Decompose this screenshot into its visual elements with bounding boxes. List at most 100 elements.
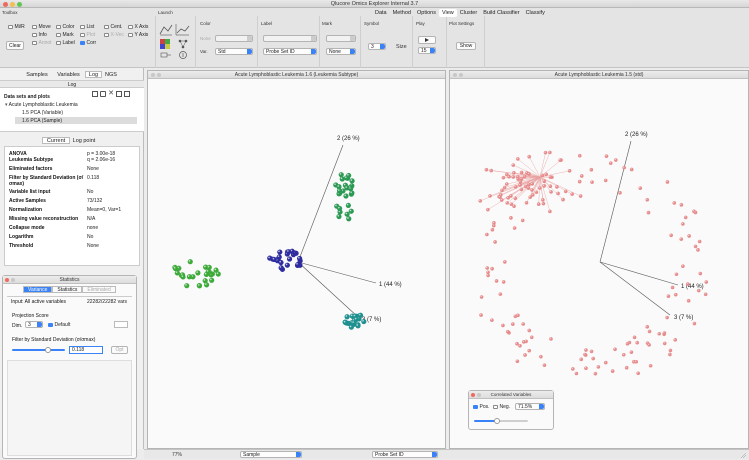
pos-checkbox[interactable]: Pos. <box>473 404 490 410</box>
data-point[interactable] <box>502 176 506 180</box>
label-primary-select[interactable] <box>263 35 317 42</box>
data-point[interactable] <box>486 208 490 212</box>
data-point[interactable] <box>568 169 572 173</box>
plot2-close-button[interactable] <box>453 73 457 77</box>
data-point[interactable] <box>635 341 639 345</box>
data-point[interactable] <box>630 168 634 172</box>
data-point[interactable] <box>671 286 675 290</box>
data-point[interactable] <box>530 336 534 340</box>
data-point[interactable] <box>663 331 667 335</box>
data-point[interactable] <box>514 185 518 189</box>
data-point[interactable] <box>502 280 506 284</box>
data-point[interactable] <box>346 216 351 221</box>
data-point[interactable] <box>278 260 283 265</box>
data-point[interactable] <box>480 295 484 299</box>
data-point[interactable] <box>489 169 493 173</box>
data-point[interactable] <box>613 347 617 351</box>
data-point[interactable] <box>594 372 598 376</box>
data-point[interactable] <box>184 283 189 288</box>
data-point[interactable] <box>295 262 300 267</box>
color-none-select[interactable] <box>215 35 253 42</box>
data-point[interactable] <box>343 320 348 325</box>
data-point[interactable] <box>614 158 618 162</box>
dim-stepper[interactable]: 3 <box>25 321 43 328</box>
toolbox-checkbox-label[interactable]: Label <box>56 40 75 46</box>
mark-select[interactable]: None <box>326 48 356 55</box>
data-point[interactable] <box>669 349 673 353</box>
data-point[interactable] <box>584 348 588 352</box>
data-point[interactable] <box>544 173 548 177</box>
data-point[interactable] <box>511 163 515 167</box>
data-point[interactable] <box>513 226 517 230</box>
data-point[interactable] <box>538 186 542 190</box>
data-point[interactable] <box>520 171 524 175</box>
data-point[interactable] <box>667 294 671 298</box>
data-point[interactable] <box>297 256 302 261</box>
left-tab-variables[interactable]: Variables <box>53 71 84 78</box>
data-point[interactable] <box>699 272 703 276</box>
data-point[interactable] <box>681 264 685 268</box>
data-point[interactable] <box>694 245 698 249</box>
default-checkbox[interactable]: Default <box>48 322 70 328</box>
sample-annotation-select[interactable]: Sample <box>240 451 302 458</box>
new-plot-icon[interactable] <box>92 91 98 97</box>
data-point[interactable] <box>512 171 516 175</box>
data-point[interactable] <box>669 233 673 237</box>
data-point[interactable] <box>556 192 560 196</box>
data-point[interactable] <box>479 313 483 317</box>
data-point[interactable] <box>505 173 509 177</box>
data-point[interactable] <box>344 175 349 180</box>
data-point[interactable] <box>349 178 354 183</box>
left-tab-ngs[interactable]: NGS <box>103 71 119 78</box>
toolbox-checkbox-color[interactable]: Color <box>56 24 74 30</box>
data-point[interactable] <box>697 289 701 293</box>
data-point[interactable] <box>486 274 490 278</box>
data-point[interactable] <box>216 271 221 276</box>
data-point[interactable] <box>544 151 548 155</box>
data-point[interactable] <box>636 371 640 375</box>
stat-tab-eliminated[interactable]: Eliminated <box>82 286 115 293</box>
correlation-slider-handle[interactable] <box>494 418 500 424</box>
statistics-close-button[interactable] <box>5 278 9 282</box>
stat-tab-statistics[interactable]: Statistics <box>52 286 82 293</box>
data-point[interactable] <box>542 184 546 188</box>
data-point[interactable] <box>590 350 594 354</box>
color-var-select[interactable]: Std <box>215 48 253 55</box>
data-point[interactable] <box>355 323 360 328</box>
data-point[interactable] <box>499 292 503 296</box>
data-point[interactable] <box>543 363 547 367</box>
datasets-root[interactable]: ▾ Acute Lymphoblastic Leukemia <box>5 102 78 108</box>
data-point[interactable] <box>666 180 670 184</box>
data-point[interactable] <box>509 216 513 220</box>
scatter-plot-icon[interactable] <box>160 25 172 35</box>
data-point[interactable] <box>188 259 193 264</box>
data-point[interactable] <box>663 342 667 346</box>
data-point[interactable] <box>485 233 489 237</box>
data-point[interactable] <box>493 240 497 244</box>
data-point[interactable] <box>625 366 629 370</box>
tab-log-point[interactable]: Log point <box>70 137 98 144</box>
data-point[interactable] <box>525 201 529 205</box>
data-point[interactable] <box>349 209 354 214</box>
data-point[interactable] <box>488 194 492 198</box>
data-point[interactable] <box>648 330 652 334</box>
data-point[interactable] <box>339 172 344 177</box>
data-point[interactable] <box>287 256 292 261</box>
data-point[interactable] <box>684 216 688 220</box>
data-point[interactable] <box>555 185 559 189</box>
data-point[interactable] <box>277 254 282 259</box>
toolbox-checkbox-corr[interactable]: Corr <box>80 40 96 46</box>
data-point[interactable] <box>527 349 531 353</box>
data-point[interactable] <box>549 337 553 341</box>
export-icon[interactable] <box>124 91 130 97</box>
toolbox-checkbox-x-vec[interactable]: X-Vec <box>104 32 124 38</box>
data-point[interactable] <box>549 190 553 194</box>
correlated-close-button[interactable] <box>471 393 475 397</box>
data-point[interactable] <box>609 161 613 165</box>
play-speed-stepper[interactable]: 15 <box>418 47 436 54</box>
correlated-minimize-button[interactable] <box>477 393 481 397</box>
data-point[interactable] <box>704 280 708 284</box>
data-point[interactable] <box>561 198 565 202</box>
data-point[interactable] <box>209 278 214 283</box>
data-point[interactable] <box>511 322 515 326</box>
